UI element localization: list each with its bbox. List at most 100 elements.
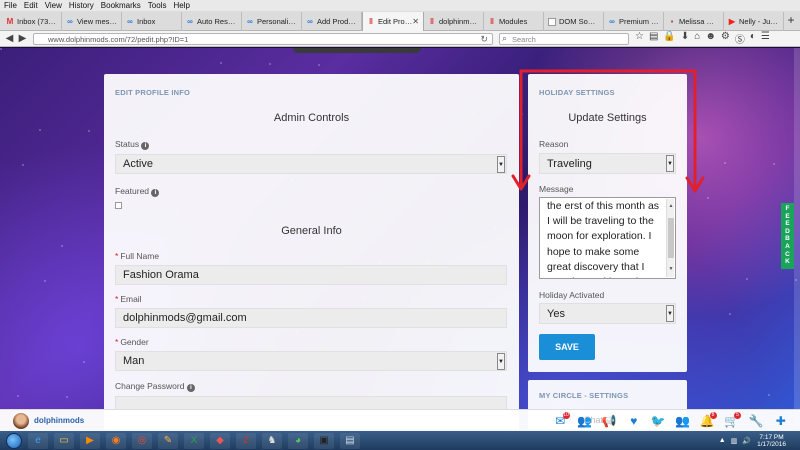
scroll-up-icon[interactable]: ▲ bbox=[667, 199, 675, 214]
system-tray: ▲ ▥ 🔊 7:17 PM 1/17/2016 bbox=[719, 431, 800, 450]
star-icon[interactable]: ☆ bbox=[635, 31, 644, 46]
browser-tab[interactable]: ∞ Add Product bbox=[302, 12, 362, 31]
volume-icon[interactable]: 🔊 bbox=[742, 437, 751, 445]
browser-tab[interactable]: ∞ Auto Respo... bbox=[182, 12, 242, 31]
start-button[interactable] bbox=[6, 432, 22, 449]
browser-tab[interactable]: ∞ View messa... bbox=[62, 12, 122, 31]
folder-icon[interactable]: ▭ bbox=[54, 432, 74, 449]
chat-icon[interactable]: ☻ bbox=[705, 31, 716, 46]
filezilla-icon[interactable]: Z bbox=[236, 432, 256, 449]
back-icon[interactable]: ◀ bbox=[3, 33, 16, 44]
bell-icon[interactable]: 🔔 8 bbox=[695, 412, 720, 430]
message-textarea[interactable]: the erst of this month as I will be trav… bbox=[539, 197, 676, 279]
chrome-icon[interactable]: ◎ bbox=[132, 432, 152, 449]
tab-label: Inbox (737) ... bbox=[17, 17, 57, 26]
browser-tab[interactable]: ‖ dolphinmods bbox=[424, 12, 484, 31]
tray-chevron-icon[interactable]: ▲ bbox=[719, 437, 726, 444]
status-select[interactable]: Active ▼ bbox=[115, 154, 507, 174]
activated-select[interactable]: Yes ▼ bbox=[539, 303, 676, 324]
game-icon[interactable]: ♞ bbox=[262, 432, 282, 449]
ie-icon[interactable]: e bbox=[28, 432, 48, 449]
chat-ghost-text: Chat bbox=[584, 415, 604, 425]
search-input[interactable]: ⌕ Search bbox=[499, 32, 629, 45]
terminal-icon[interactable]: ▣ bbox=[314, 432, 334, 449]
gender-label: * Gender bbox=[115, 337, 149, 347]
link-icon: ∞ bbox=[609, 16, 615, 26]
textarea-scrollbar[interactable]: ▲ ▼ bbox=[666, 199, 674, 277]
eraser-icon[interactable]: ◆ bbox=[210, 432, 230, 449]
mail-icon[interactable]: ✉ 10 bbox=[548, 412, 573, 430]
addon2-icon[interactable]: ◐ bbox=[750, 31, 756, 46]
feedback-tab[interactable]: FEEDBACK bbox=[781, 203, 794, 269]
menu-item-view[interactable]: View bbox=[45, 1, 62, 10]
menu-icon[interactable]: ☰ bbox=[761, 31, 770, 46]
star-decoration bbox=[22, 164, 24, 166]
skype-icon[interactable]: Ⓢ bbox=[735, 31, 745, 46]
info-icon: i bbox=[141, 142, 150, 150]
fullname-field[interactable]: Fashion Orama bbox=[115, 265, 507, 285]
network-icon[interactable]: ▥ bbox=[731, 437, 738, 445]
clipboard-icon[interactable]: ▤ bbox=[649, 31, 658, 46]
new-tab-button[interactable]: + bbox=[784, 11, 798, 30]
chevron-down-icon: ▼ bbox=[666, 305, 674, 322]
scroll-down-icon[interactable]: ▼ bbox=[667, 262, 675, 277]
panel-heading: EDIT PROFILE INFO bbox=[115, 88, 191, 97]
twitter-icon[interactable]: 🐦 bbox=[646, 412, 671, 430]
update-settings-title: Update Settings bbox=[568, 112, 647, 124]
scroll-thumb[interactable] bbox=[668, 218, 674, 258]
tab-label: Inbox bbox=[137, 17, 156, 26]
icon-glyph: 👥 bbox=[675, 414, 691, 428]
excel-icon[interactable]: X bbox=[184, 432, 204, 449]
star-decoration bbox=[768, 394, 770, 396]
menu-item-history[interactable]: History bbox=[69, 1, 94, 10]
menu-item-tools[interactable]: Tools bbox=[148, 1, 167, 10]
lock-icon[interactable]: 🔒 bbox=[663, 31, 675, 46]
plus-icon[interactable]: ✚ bbox=[769, 412, 794, 430]
reload-icon[interactable]: ↻ bbox=[480, 34, 488, 45]
menu-item-file[interactable]: File bbox=[4, 1, 17, 10]
close-icon[interactable]: ✕ bbox=[412, 17, 419, 26]
page-scrollbar[interactable] bbox=[794, 48, 800, 430]
home-icon[interactable]: ⌂ bbox=[694, 31, 700, 46]
group-icon[interactable]: 👥 bbox=[671, 412, 696, 430]
browser-tab[interactable]: ∞ Inbox bbox=[122, 12, 182, 31]
firefox-icon[interactable]: ◉ bbox=[106, 432, 126, 449]
gender-select[interactable]: Man ▼ bbox=[115, 351, 507, 371]
info-icon: i bbox=[186, 384, 195, 392]
menu-item-help[interactable]: Help bbox=[173, 1, 189, 10]
browser-tab[interactable]: ‖ Modules bbox=[484, 12, 544, 31]
notepad-icon[interactable]: ▤ bbox=[340, 432, 360, 449]
paint-icon[interactable]: ✎ bbox=[158, 432, 178, 449]
password-label: Change Password i bbox=[115, 381, 508, 392]
star-decoration bbox=[39, 129, 41, 131]
email-label: * Email bbox=[115, 294, 142, 304]
browser-tab[interactable]: ‖ Edit Profi... ✕ bbox=[362, 12, 424, 31]
save-button[interactable]: SAVE bbox=[539, 334, 595, 360]
browser-tab[interactable]: DOM Source of ... bbox=[544, 12, 604, 31]
media-icon[interactable]: ▶ bbox=[80, 432, 100, 449]
browser-tab[interactable]: MInbox (737) ... bbox=[2, 12, 62, 31]
menu-item-edit[interactable]: Edit bbox=[24, 1, 38, 10]
browser-tab[interactable]: ▶Nelly - Just ... bbox=[724, 12, 784, 31]
chevron-down-icon: ▼ bbox=[666, 155, 674, 172]
wrench-icon[interactable]: 🔧 bbox=[744, 412, 769, 430]
browser-tab[interactable]: ∞ Premium Fe... bbox=[604, 12, 664, 31]
cart-icon[interactable]: 🛒 5 bbox=[720, 412, 745, 430]
featured-checkbox[interactable] bbox=[115, 202, 122, 209]
forward-icon[interactable]: ▶ bbox=[16, 33, 29, 44]
gender-value: Man bbox=[123, 355, 145, 367]
browser-tab[interactable]: ▪ Melissa Nel... bbox=[664, 12, 724, 31]
download-icon[interactable]: ⬇ bbox=[681, 31, 689, 46]
email-field[interactable]: dolphinmods@gmail.com bbox=[115, 308, 507, 328]
addon-icon[interactable]: ⚙ bbox=[721, 31, 730, 46]
url-bar[interactable]: www.dolphinmods.com/72/pedit.php?ID=1 ↻ bbox=[33, 32, 493, 45]
username-link[interactable]: dolphinmods bbox=[34, 416, 84, 425]
heart-icon[interactable]: ♥ bbox=[622, 412, 647, 430]
avatar[interactable] bbox=[13, 412, 29, 429]
frog-icon[interactable]: ◕ bbox=[288, 432, 308, 449]
menu-item-bookmarks[interactable]: Bookmarks bbox=[101, 1, 141, 10]
reason-select[interactable]: Traveling ▼ bbox=[539, 153, 676, 174]
clock[interactable]: 7:17 PM 1/17/2016 bbox=[757, 434, 786, 448]
star-decoration bbox=[83, 361, 85, 363]
browser-tab[interactable]: ∞ Personality ... bbox=[242, 12, 302, 31]
